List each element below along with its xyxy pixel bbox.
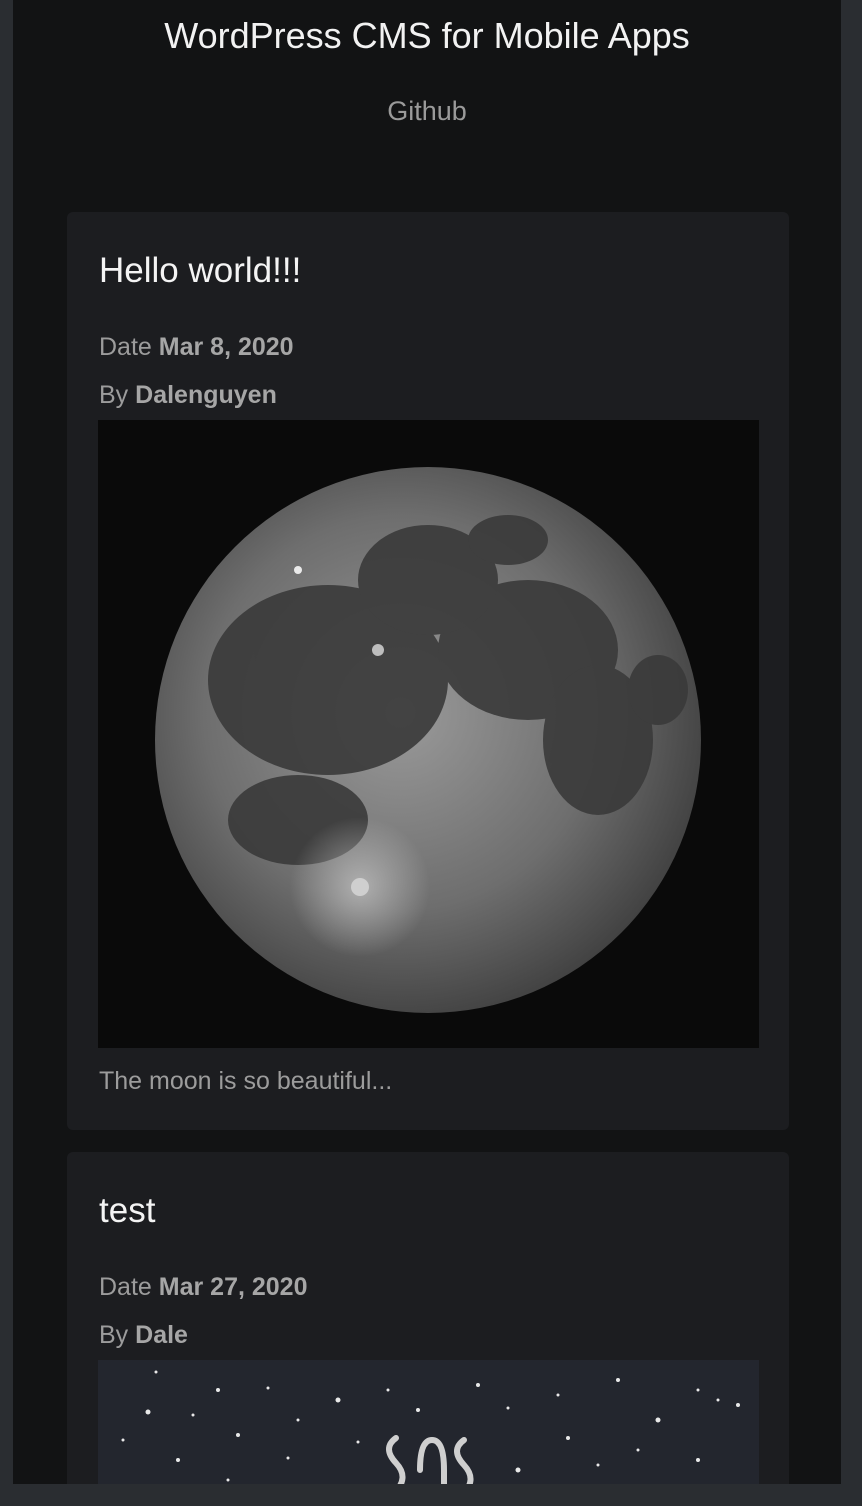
post-author: By Dalenguyen [99, 380, 277, 410]
post-date: Date Mar 27, 2020 [99, 1272, 307, 1302]
post-title[interactable]: Hello world!!! [99, 250, 301, 292]
author-label: By [99, 1321, 129, 1349]
post-title[interactable]: test [99, 1190, 155, 1232]
post-excerpt: The moon is so beautiful... [99, 1067, 393, 1095]
post-featured-image[interactable] [98, 1360, 759, 1484]
github-link[interactable]: Github [13, 94, 841, 128]
author-value: Dale [135, 1321, 188, 1349]
starry-night-image [121, 1370, 740, 1484]
date-value: Mar 8, 2020 [158, 333, 294, 361]
date-label: Date [99, 1273, 152, 1301]
full-moon-image [155, 467, 701, 1013]
post-card[interactable]: test Date Mar 27, 2020 By Dale [67, 1152, 789, 1484]
app-frame: WordPress CMS for Mobile Apps Github Hel… [13, 0, 841, 1484]
date-value: Mar 27, 2020 [158, 1273, 308, 1301]
post-date: Date Mar 8, 2020 [99, 332, 294, 362]
app-title: WordPress CMS for Mobile Apps [164, 15, 690, 56]
post-author: By Dale [99, 1320, 188, 1350]
date-label: Date [99, 333, 152, 361]
author-label: By [99, 381, 129, 409]
author-value: Dalenguyen [135, 381, 277, 409]
post-featured-image[interactable] [98, 420, 759, 1048]
post-card[interactable]: Hello world!!! Date Mar 8, 2020 By Dalen… [67, 212, 789, 1130]
